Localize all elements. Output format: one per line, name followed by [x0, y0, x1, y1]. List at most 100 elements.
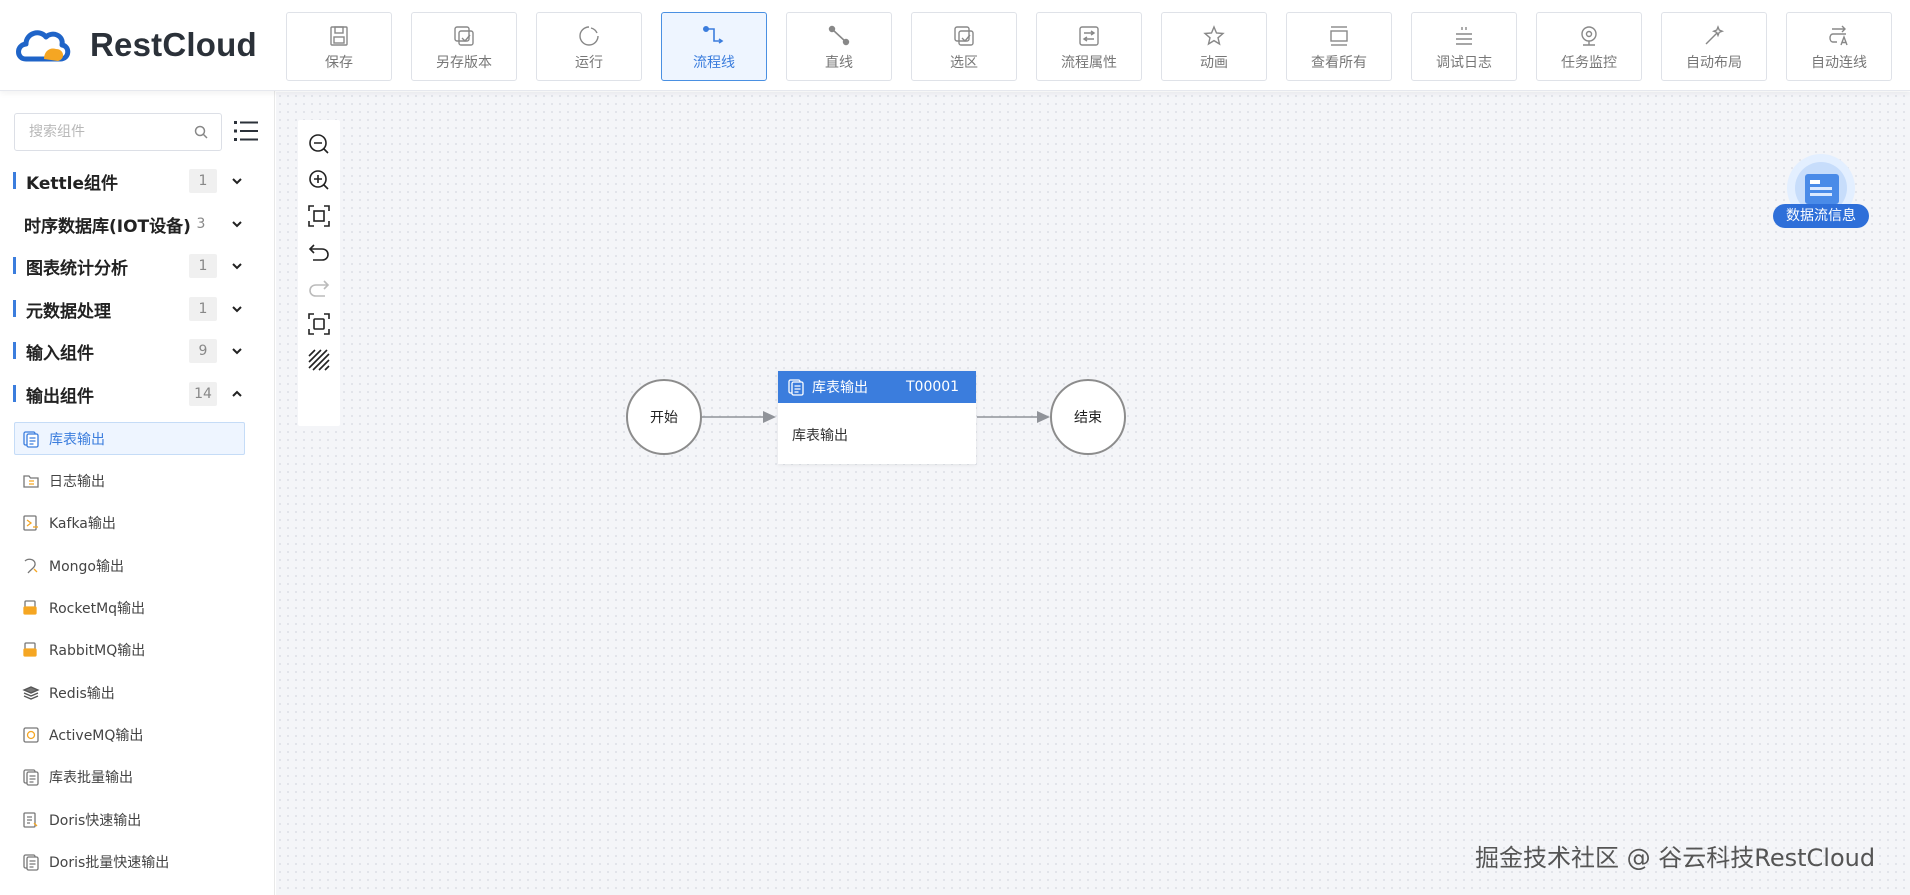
save-version-icon [451, 23, 477, 49]
search-icon[interactable] [193, 124, 209, 140]
debug-log-icon [1451, 23, 1477, 49]
straight-line-label: 直线 [825, 55, 853, 71]
category-kettle[interactable]: Kettle组件 1 [0, 166, 260, 196]
debug-log-button[interactable]: 调试日志 [1411, 12, 1517, 81]
component-label: ActiveMQ输出 [49, 727, 144, 744]
component-label: 库表输出 [49, 431, 105, 448]
category-output[interactable]: 输出组件 14 [0, 379, 260, 409]
component-label: Mongo输出 [49, 558, 124, 575]
component-label: 库表批量输出 [49, 769, 133, 786]
save-version-label: 另存版本 [436, 55, 492, 71]
zoom-in-icon[interactable] [306, 167, 332, 193]
animation-icon [1201, 23, 1227, 49]
category-count: 14 [189, 382, 217, 406]
actual-size-icon[interactable] [306, 311, 332, 337]
chevron-up-icon [232, 390, 242, 397]
log-output-icon [23, 475, 39, 488]
auto-layout-button[interactable]: 自动布局 [1661, 12, 1767, 81]
component-label: Doris批量快速输出 [49, 854, 170, 871]
category-count: 3 [196, 216, 206, 232]
list-view-icon[interactable] [233, 118, 259, 144]
straight-line-button[interactable]: 直线 [786, 12, 892, 81]
undo-icon[interactable] [306, 239, 332, 265]
component-item-kafka-output[interactable]: Kafka输出 [14, 506, 245, 539]
category-count: 1 [189, 297, 217, 321]
redo-icon[interactable] [306, 275, 332, 301]
auto-connect-button[interactable]: 自动连线 [1786, 12, 1892, 81]
component-item-table-batch-output[interactable]: 库表批量输出 [14, 760, 245, 793]
task-name: 库表输出 [792, 428, 848, 444]
category-timeseries-db[interactable]: 时序数据库(IOT设备) 3 [0, 209, 260, 239]
auto-connect-label: 自动连线 [1811, 55, 1867, 71]
table-batch-output-icon [23, 769, 39, 786]
component-item-doris-fast-output[interactable]: Doris快速输出 [14, 803, 245, 836]
run-button[interactable]: 运行 [536, 12, 642, 81]
flow-canvas[interactable]: 开始 库表输出 T00001 库表输出 结束 数据流信息 掘金技术社区 @ 谷云… [276, 92, 1910, 895]
component-label: RocketMq输出 [49, 600, 146, 617]
flow-line-label: 流程线 [693, 55, 735, 71]
chevron-down-icon [232, 263, 242, 270]
debug-log-label: 调试日志 [1436, 55, 1492, 71]
animation-label: 动画 [1200, 55, 1228, 71]
rabbitmq-output-icon [23, 642, 37, 657]
component-item-log-output[interactable]: 日志输出 [14, 464, 245, 497]
logo: RestCloud [14, 25, 257, 65]
component-item-table-output[interactable]: 库表输出 [14, 422, 245, 455]
category-marker [13, 385, 16, 402]
flow-properties-button[interactable]: 流程属性 [1036, 12, 1142, 81]
category-label: 图表统计分析 [26, 258, 128, 279]
task-type-label: 库表输出 [812, 380, 868, 396]
category-label: Kettle组件 [26, 173, 119, 194]
app-header: RestCloud 保存 另存版本 运行 流程线 直线 选区 流程属性 动画 查… [0, 0, 1910, 91]
grid-toggle-icon[interactable] [306, 347, 332, 373]
mongo-output-icon [24, 558, 38, 574]
animation-button[interactable]: 动画 [1161, 12, 1267, 81]
doris-batch-fast-output-icon [23, 854, 39, 871]
zoom-out-icon[interactable] [306, 131, 332, 157]
task-monitor-button[interactable]: 任务监控 [1536, 12, 1642, 81]
chevron-down-icon [232, 306, 242, 313]
category-metadata[interactable]: 元数据处理 1 [0, 294, 260, 324]
select-area-label: 选区 [950, 55, 978, 71]
save-icon [326, 23, 352, 49]
dataflow-info-button[interactable]: 数据流信息 [1773, 154, 1869, 238]
view-all-label: 查看所有 [1311, 55, 1367, 71]
flow-line-button[interactable]: 流程线 [661, 12, 767, 81]
component-label: Kafka输出 [49, 515, 116, 532]
component-item-redis-output[interactable]: Redis输出 [14, 676, 245, 709]
category-marker [13, 172, 16, 189]
component-item-rabbitmq-output[interactable]: RabbitMQ输出 [14, 633, 245, 666]
end-node[interactable]: 结束 [1050, 379, 1126, 455]
component-item-activemq-output[interactable]: ActiveMQ输出 [14, 718, 245, 751]
category-chart-analysis[interactable]: 图表统计分析 1 [0, 251, 260, 281]
flow-line-icon [701, 23, 727, 49]
save-label: 保存 [325, 55, 353, 71]
search-input[interactable] [15, 114, 185, 150]
category-marker [13, 257, 16, 274]
save-version-button[interactable]: 另存版本 [411, 12, 517, 81]
auto-connect-icon [1826, 23, 1852, 49]
component-item-mongo-output[interactable]: Mongo输出 [14, 549, 245, 582]
run-icon [576, 23, 602, 49]
save-button[interactable]: 保存 [286, 12, 392, 81]
task-monitor-icon [1576, 23, 1602, 49]
component-label: 日志输出 [49, 473, 105, 490]
component-search [14, 113, 222, 151]
auto-layout-label: 自动布局 [1686, 55, 1742, 71]
category-input[interactable]: 输入组件 9 [0, 336, 260, 366]
task-monitor-label: 任务监控 [1561, 55, 1617, 71]
component-item-doris-batch-fast-output[interactable]: Doris批量快速输出 [14, 845, 245, 878]
select-area-button[interactable]: 选区 [911, 12, 1017, 81]
task-node-header: 库表输出 T00001 [778, 371, 976, 403]
cloud-logo-icon [16, 30, 71, 62]
task-node[interactable]: 库表输出 T00001 库表输出 [778, 371, 976, 464]
component-item-rocketmq-output[interactable]: RocketMq输出 [14, 591, 245, 624]
view-all-icon [1326, 23, 1352, 49]
fit-view-icon[interactable] [306, 203, 332, 229]
category-count: 9 [189, 339, 217, 363]
table-output-icon [23, 431, 39, 448]
category-label: 输入组件 [26, 343, 94, 364]
category-label: 输出组件 [26, 386, 94, 407]
view-all-button[interactable]: 查看所有 [1286, 12, 1392, 81]
start-node[interactable]: 开始 [626, 379, 702, 455]
